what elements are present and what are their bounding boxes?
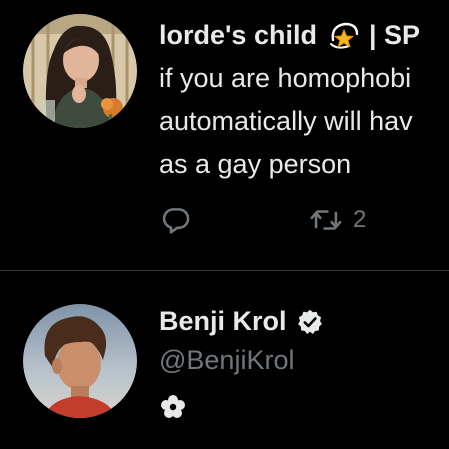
avatar[interactable] <box>23 14 137 128</box>
tweet-actions: 2 <box>159 200 366 240</box>
user-handle[interactable]: @BenjiKrol <box>159 345 294 376</box>
tweet-text-line: automatically will hav <box>159 106 413 136</box>
display-name-row: lorde's child | SP <box>159 18 420 52</box>
retweet-count: 2 <box>353 206 367 233</box>
tweet-text-line: as a gay person <box>159 149 352 179</box>
display-name-suffix: | SP <box>368 19 421 50</box>
flower-icon <box>159 393 187 421</box>
dizzy-star-emoji-icon <box>327 18 361 52</box>
reply-icon <box>162 208 190 234</box>
display-name[interactable]: Benji Krol <box>159 306 287 337</box>
user-card[interactable]: Benji Krol @BenjiKrol <box>0 271 449 449</box>
retweet-button[interactable]: 2 <box>309 203 366 237</box>
retweet-icon <box>310 210 342 230</box>
verified-badge-icon <box>296 308 324 336</box>
reply-button[interactable] <box>159 203 309 237</box>
display-name[interactable]: lorde's child <box>159 20 317 51</box>
avatar[interactable] <box>23 304 137 418</box>
avatar-photo <box>23 304 137 418</box>
tweet-text: if you are homophobi automatically will … <box>159 57 449 186</box>
avatar-photo <box>23 14 137 128</box>
tweet-card[interactable]: lorde's child | SP if you are homophobi … <box>0 0 449 270</box>
display-name-row: Benji Krol <box>159 306 324 337</box>
tweet-text-line: if you are homophobi <box>159 63 412 93</box>
